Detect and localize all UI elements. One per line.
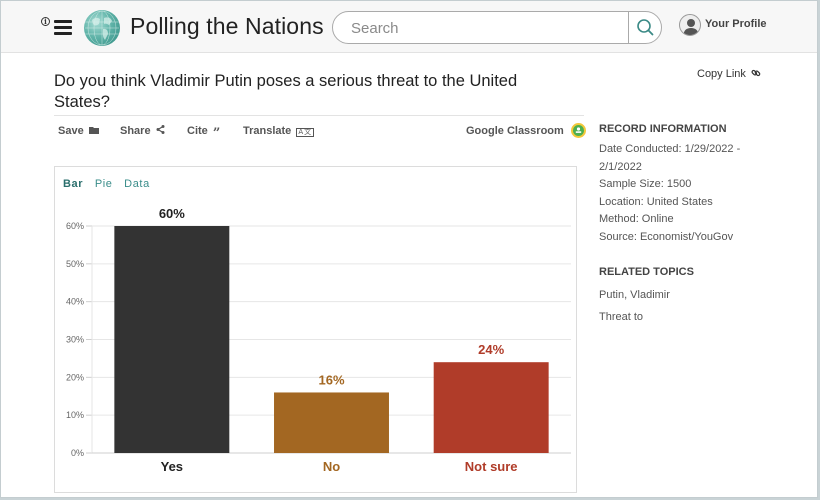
y-tick-label: 60% — [66, 221, 84, 231]
x-tick-label: No — [323, 459, 340, 474]
save-button[interactable]: Save — [58, 125, 99, 137]
brand-title[interactable]: Polling the Nations — [130, 13, 324, 40]
share-button[interactable]: Share — [120, 125, 165, 137]
info-icon[interactable]: i — [41, 17, 50, 26]
bar-yes — [114, 226, 230, 453]
quote-icon: ” — [212, 126, 221, 141]
y-tick-label: 0% — [71, 448, 84, 458]
record-source: Source: Economist/YouGov — [599, 230, 734, 243]
google-classroom-icon — [570, 123, 586, 138]
page-frame: i Polling the Nations Search Your Profil… — [0, 0, 818, 498]
bar-not-sure — [433, 362, 549, 453]
translate-icon: A文 — [296, 128, 315, 137]
y-tick-label: 40% — [66, 297, 84, 307]
record-location: Location: United States — [599, 195, 713, 208]
cite-button[interactable]: Cite ” — [187, 125, 220, 141]
data-label: 60% — [159, 206, 185, 221]
translate-button[interactable]: Translate A文 — [243, 125, 315, 137]
folder-icon — [88, 127, 99, 134]
record-sidebar: RECORD INFORMATION Date Conducted: 1/29/… — [599, 123, 799, 328]
search-button[interactable] — [628, 12, 661, 43]
data-label: 24% — [478, 342, 504, 357]
globe-logo-icon[interactable] — [84, 10, 120, 46]
y-tick-label: 20% — [66, 372, 84, 382]
cite-label: Cite — [187, 125, 208, 137]
search-input[interactable] — [351, 18, 621, 38]
x-tick-label: Not sure — [465, 459, 518, 474]
user-avatar-icon — [679, 14, 701, 36]
share-icon — [156, 125, 165, 134]
share-label: Share — [120, 125, 151, 137]
x-tick-label: Yes — [161, 459, 183, 474]
record-date-line-1: Date Conducted: 1/29/2022 - — [599, 143, 741, 155]
bar-no — [274, 392, 389, 453]
hamburger-menu-icon[interactable] — [54, 20, 72, 35]
y-tick-label: 50% — [66, 259, 84, 269]
header: i Polling the Nations Search Your Profil… — [1, 1, 817, 53]
divider — [54, 115, 584, 116]
copy-link-button[interactable]: Copy Link — [697, 68, 761, 80]
record-sample-size: Sample Size: 1500 — [599, 178, 692, 190]
link-icon — [751, 69, 761, 77]
google-classroom-label: Google Classroom — [466, 125, 564, 137]
profile-label: Your Profile — [705, 18, 767, 30]
chart-panel: Bar Pie Data 0% 10% 20% 30% 40% 50% 60% 60% Yes 1… — [54, 166, 577, 493]
save-label: Save — [58, 125, 84, 137]
search-box — [332, 11, 662, 44]
question-title: Do you think Vladimir Putin poses a seri… — [54, 72, 518, 111]
topic-link[interactable]: Putin, Vladimir — [599, 284, 799, 306]
google-classroom-button[interactable]: Google Classroom — [466, 123, 586, 138]
y-tick-label: 10% — [66, 410, 84, 420]
y-tick-label: 30% — [66, 335, 84, 345]
search-icon — [637, 19, 654, 36]
record-date-line-2: 2/1/2022 — [599, 160, 642, 173]
topic-link[interactable]: Threat to — [599, 306, 799, 328]
copy-link-label: Copy Link — [697, 68, 746, 80]
record-information-heading: RECORD INFORMATION — [599, 123, 727, 135]
record-method: Method: Online — [599, 213, 674, 225]
data-label: 16% — [318, 372, 344, 387]
bar-chart: 0% 10% 20% 30% 40% 50% 60% 60% Yes 16% No 24% Not su… — [66, 206, 571, 474]
translate-label: Translate — [243, 125, 292, 137]
related-topics-heading: RELATED TOPICS — [599, 266, 694, 278]
